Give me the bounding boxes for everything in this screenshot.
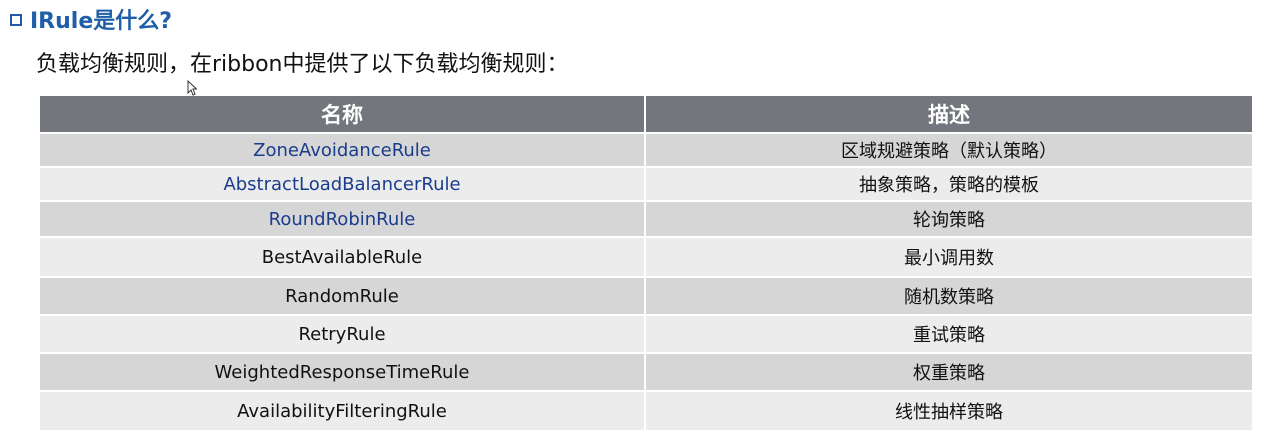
- rule-name-cell: RetryRule: [40, 315, 646, 354]
- rule-name-cell: RandomRule: [40, 277, 646, 316]
- table-row: AvailabilityFilteringRule 线性抽样策略: [40, 391, 1252, 432]
- table-header-row: 名称 描述: [40, 96, 1252, 134]
- rule-description-cell: 最小调用数: [645, 237, 1252, 278]
- checkbox-square-icon: [10, 14, 22, 26]
- rule-name-cell: ZoneAvoidanceRule: [40, 133, 646, 168]
- mouse-cursor-icon: [187, 80, 197, 96]
- rule-name-cell: RoundRobinRule: [40, 201, 646, 238]
- rule-description-cell: 抽象策略，策略的模板: [645, 167, 1252, 202]
- table-row: ZoneAvoidanceRule 区域规避策略（默认策略）: [40, 133, 1252, 168]
- table-row: AbstractLoadBalancerRule 抽象策略，策略的模板: [40, 167, 1252, 202]
- rule-description-cell: 区域规避策略（默认策略）: [645, 133, 1252, 168]
- rule-description-cell: 线性抽样策略: [645, 391, 1252, 432]
- rule-table: 名称 描述 ZoneAvoidanceRule 区域规避策略（默认策略） Abs…: [40, 96, 1252, 432]
- table-row: RetryRule 重试策略: [40, 315, 1252, 354]
- intro-text: 负载均衡规则，在ribbon中提供了以下负载均衡规则：: [36, 52, 569, 77]
- table-row: RandomRule 随机数策略: [40, 277, 1252, 316]
- rule-description-cell: 轮询策略: [645, 201, 1252, 238]
- section-heading: IRule是什么?: [10, 4, 172, 34]
- section-title: IRule是什么?: [30, 9, 173, 34]
- rule-name-cell: WeightedResponseTimeRule: [40, 353, 646, 392]
- column-header-description: 描述: [645, 96, 1252, 134]
- rule-name-cell: AvailabilityFilteringRule: [40, 391, 646, 432]
- rule-name-cell: BestAvailableRule: [40, 237, 646, 278]
- rule-name-cell: AbstractLoadBalancerRule: [40, 167, 646, 202]
- rule-description-cell: 权重策略: [645, 353, 1252, 392]
- column-header-name: 名称: [40, 96, 646, 134]
- table-row: RoundRobinRule 轮询策略: [40, 201, 1252, 238]
- rule-description-cell: 重试策略: [645, 315, 1252, 354]
- table-row: WeightedResponseTimeRule 权重策略: [40, 353, 1252, 392]
- table-row: BestAvailableRule 最小调用数: [40, 237, 1252, 278]
- rule-description-cell: 随机数策略: [645, 277, 1252, 316]
